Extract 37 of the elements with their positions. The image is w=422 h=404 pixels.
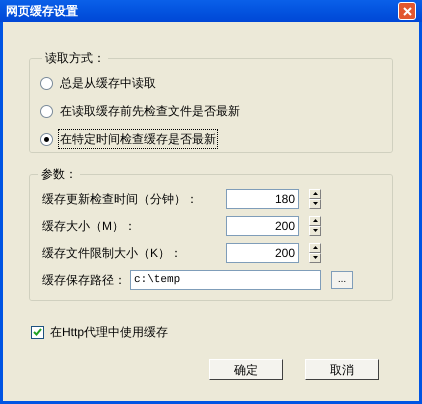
spin-down-button[interactable] [309,198,321,208]
radio-button[interactable] [40,104,53,118]
radio-label: 总是从缓存中读取 [59,75,157,92]
radio-button[interactable] [40,76,53,90]
window-title: 网页缓存设置 [6,3,78,20]
up-arrow-icon [312,246,318,249]
dialog-button[interactable]: 确定 [209,359,283,380]
spin-up-button[interactable] [309,216,321,226]
down-arrow-icon [312,202,318,205]
spin-down-button[interactable] [309,252,321,262]
number-field[interactable]: 180 [226,188,299,208]
down-arrow-icon [312,256,318,259]
number-field[interactable]: 200 [226,242,299,262]
field-label: 缓存保存路径： [41,272,127,288]
radio-label: 在读取缓存前先检查文件是否最新 [59,103,241,120]
dialog-button[interactable]: 取消 [305,359,379,380]
spin-up-button[interactable] [309,188,321,198]
up-arrow-icon [312,192,318,195]
checkbox-label: 在Http代理中使用缓存 [50,324,168,341]
up-arrow-icon [312,219,318,222]
close-button[interactable] [398,2,416,20]
check-icon [33,328,42,336]
browse-button[interactable]: ... [331,270,353,288]
group-label: 参数： [40,166,78,183]
radio-label: 在特定时间检查缓存是否最新 [59,130,217,148]
radio-button[interactable] [40,132,53,146]
field-label: 缓存更新检查时间（分钟）： [41,190,199,208]
field-label: 缓存大小（M）： [41,218,137,234]
field-label: 缓存文件限制大小（K）： [41,244,184,262]
path-field[interactable]: c:\temp [130,270,321,290]
checkbox[interactable] [31,326,44,338]
group-label: 读取方式： [44,50,106,67]
down-arrow-icon [312,229,318,232]
close-icon [402,6,412,16]
spin-up-button[interactable] [309,242,321,252]
spin-down-button[interactable] [309,226,321,236]
number-field[interactable]: 200 [226,216,299,236]
